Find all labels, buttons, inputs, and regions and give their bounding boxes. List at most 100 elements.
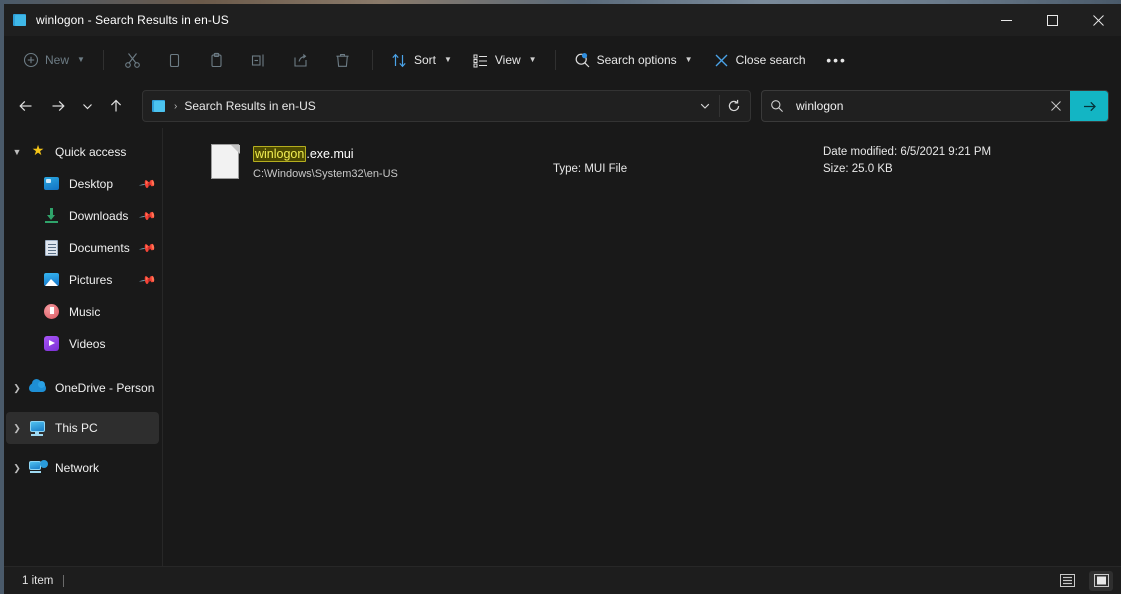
pictures-icon xyxy=(42,271,62,289)
toolbar-divider xyxy=(102,50,104,70)
file-name-rest: .exe.mui xyxy=(306,147,354,161)
sidebar-item-label: OneDrive - Personal xyxy=(55,381,155,395)
sidebar-item-music[interactable]: Music xyxy=(6,296,159,328)
details-view-button[interactable] xyxy=(1055,571,1079,591)
maximize-icon[interactable] xyxy=(1029,4,1075,36)
sidebar-item-label: Network xyxy=(55,461,100,475)
file-size: Size: 25.0 KB xyxy=(823,163,893,175)
downloads-icon xyxy=(42,207,62,225)
documents-icon xyxy=(42,239,62,257)
search-match-highlight: winlogon xyxy=(253,146,307,162)
sidebar-item-pictures[interactable]: Pictures 📌 xyxy=(6,264,159,296)
file-name: winlogon .exe.mui xyxy=(253,146,354,162)
pin-icon[interactable]: 📌 xyxy=(139,271,158,290)
toolbar-divider-3 xyxy=(554,50,556,70)
sort-button-label: Sort xyxy=(413,53,436,67)
sidebar-item-quick-access[interactable]: ▼ ★ Quick access xyxy=(6,136,159,168)
sidebar-item-label: Videos xyxy=(69,337,106,351)
sidebar-item-downloads[interactable]: Downloads 📌 xyxy=(6,200,159,232)
pin-icon[interactable]: 📌 xyxy=(139,239,158,258)
cut-button[interactable] xyxy=(113,44,153,76)
results-list: winlogon .exe.mui C:\Windows\System32\en-… xyxy=(163,128,1121,566)
search-icon xyxy=(770,99,792,113)
folder-icon xyxy=(12,12,28,28)
sidebar-item-onedrive[interactable]: ❯ OneDrive - Personal xyxy=(6,372,159,404)
sidebar-item-documents[interactable]: Documents 📌 xyxy=(6,232,159,264)
status-divider xyxy=(63,574,65,587)
onedrive-icon xyxy=(28,379,48,397)
sidebar-item-desktop[interactable]: Desktop 📌 xyxy=(6,168,159,200)
pin-icon[interactable]: 📌 xyxy=(139,175,158,194)
refresh-button[interactable] xyxy=(720,92,748,120)
sidebar-gap-3 xyxy=(4,444,162,452)
address-bar[interactable]: › Search Results in en-US xyxy=(142,90,751,122)
sidebar-item-label: Documents xyxy=(69,241,130,255)
chevron-right-icon[interactable]: ❯ xyxy=(6,463,28,474)
sidebar-item-label: Pictures xyxy=(69,273,113,287)
chevron-down-icon: ▼ xyxy=(77,55,85,64)
search-box[interactable] xyxy=(761,90,1109,122)
chevron-right-icon[interactable]: ❯ xyxy=(6,423,28,434)
desktop-icon xyxy=(42,175,62,193)
new-button[interactable]: New ▼ xyxy=(14,44,94,76)
address-dropdown-button[interactable] xyxy=(691,92,719,120)
share-button[interactable] xyxy=(281,44,321,76)
view-button[interactable]: View ▼ xyxy=(463,44,546,76)
file-explorer-window: winlogon - Search Results in en-US New ▼ xyxy=(4,4,1121,594)
view-button-label: View xyxy=(494,53,521,67)
file-name-block: winlogon .exe.mui C:\Windows\System32\en-… xyxy=(253,144,553,180)
search-options-label: Search options xyxy=(596,53,677,67)
command-bar: New ▼ Sort ▼ View ▼ Search options ▼ Clo… xyxy=(4,36,1121,84)
sidebar-item-label: Music xyxy=(69,305,101,319)
chevron-right-icon[interactable]: ❯ xyxy=(6,383,28,394)
navigation-pane: ▼ ★ Quick access Desktop 📌 Downloads 📌 D… xyxy=(4,128,163,566)
large-icons-view-button[interactable] xyxy=(1089,570,1113,591)
star-icon: ★ xyxy=(31,142,45,158)
window-body: ▼ ★ Quick access Desktop 📌 Downloads 📌 D… xyxy=(4,128,1121,566)
sidebar-item-videos[interactable]: Videos xyxy=(6,328,159,360)
music-icon xyxy=(42,303,62,321)
sidebar-item-label: Downloads xyxy=(69,209,129,223)
list-item[interactable]: winlogon .exe.mui C:\Windows\System32\en-… xyxy=(171,138,1113,186)
minimize-icon[interactable] xyxy=(983,4,1029,36)
recent-locations-button[interactable] xyxy=(74,90,100,122)
sort-button[interactable]: Sort ▼ xyxy=(382,44,461,76)
videos-icon xyxy=(42,335,62,353)
this-pc-icon xyxy=(28,419,48,437)
search-options-button[interactable]: Search options ▼ xyxy=(565,44,702,76)
status-bar: 1 item xyxy=(4,566,1121,594)
back-button[interactable] xyxy=(10,90,42,122)
copy-button[interactable] xyxy=(155,44,195,76)
sidebar-item-label: Quick access xyxy=(55,145,127,159)
rename-button[interactable] xyxy=(239,44,279,76)
chevron-down-icon: ▼ xyxy=(528,55,537,64)
search-input[interactable] xyxy=(792,99,1042,113)
clear-search-icon[interactable] xyxy=(1042,91,1070,121)
ellipsis-icon: ••• xyxy=(826,52,847,68)
title-bar: winlogon - Search Results in en-US xyxy=(4,4,1121,36)
sidebar-item-label: This PC xyxy=(55,421,98,435)
address-row: › Search Results in en-US xyxy=(4,84,1121,128)
pin-icon[interactable]: 📌 xyxy=(139,207,158,226)
more-options-button[interactable]: ••• xyxy=(817,44,857,76)
title-bar-left: winlogon - Search Results in en-US xyxy=(4,12,229,28)
file-meta-block: Date modified: 6/5/2021 9:21 PM Size: 25… xyxy=(823,144,991,175)
sidebar-item-this-pc[interactable]: ❯ This PC xyxy=(6,412,159,444)
search-go-button[interactable] xyxy=(1070,91,1108,121)
file-date-modified: Date modified: 6/5/2021 9:21 PM xyxy=(823,146,992,158)
sidebar-gap-2 xyxy=(4,404,162,412)
file-path: C:\Windows\System32\en-US xyxy=(253,168,398,180)
close-search-button[interactable]: Close search xyxy=(704,44,815,76)
close-icon[interactable] xyxy=(1075,4,1121,36)
sidebar-item-network[interactable]: ❯ Network xyxy=(6,452,159,484)
sidebar-item-label: Desktop xyxy=(69,177,114,191)
up-button[interactable] xyxy=(100,90,132,122)
new-button-label: New xyxy=(45,53,70,67)
chevron-down-icon[interactable]: ▼ xyxy=(6,147,28,157)
delete-button[interactable] xyxy=(323,44,363,76)
item-count: 1 item xyxy=(22,574,54,587)
forward-button[interactable] xyxy=(42,90,74,122)
paste-button[interactable] xyxy=(197,44,237,76)
generic-file-icon xyxy=(211,144,241,180)
